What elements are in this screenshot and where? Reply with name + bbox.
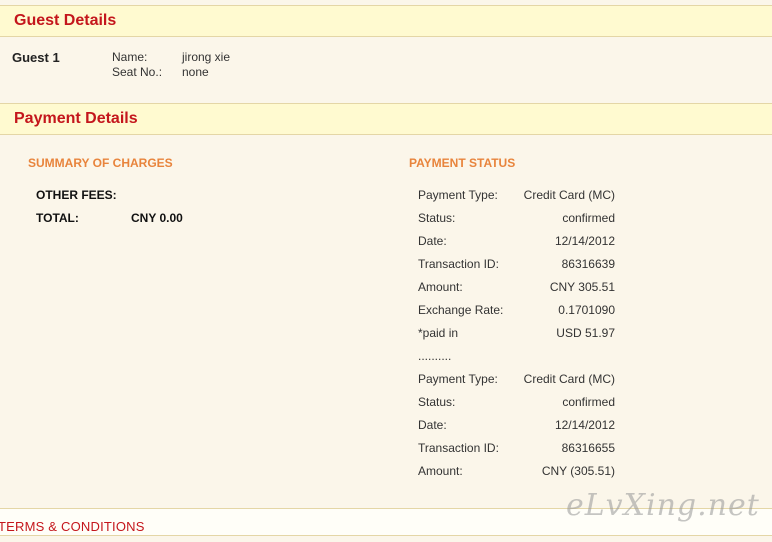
payment-status-row: Transaction ID: 86316639 xyxy=(418,257,615,273)
payment-status-key: Status: xyxy=(418,395,456,409)
payment-status-row: Date: 12/14/2012 xyxy=(418,234,615,250)
payment-status-key: Amount: xyxy=(418,464,463,478)
payment-status-key: Payment Type: xyxy=(418,188,498,202)
payment-status-key: Amount: xyxy=(418,280,463,294)
payment-status-value: 86316639 xyxy=(561,257,615,271)
guest-seat-value: none xyxy=(182,65,209,79)
payment-status-heading: PAYMENT STATUS xyxy=(409,156,516,170)
terms-and-conditions-title[interactable]: TERMS & CONDITIONS xyxy=(0,519,145,534)
payment-status-value: 0.1701090 xyxy=(558,303,615,317)
total-label: TOTAL: xyxy=(36,211,79,225)
payment-status-row: Exchange Rate: 0.1701090 xyxy=(418,303,615,319)
guest-details-title: Guest Details xyxy=(14,12,117,29)
guest-name-value: jirong xie xyxy=(182,50,231,64)
payment-status-value: CNY 305.51 xyxy=(549,280,615,294)
payment-status-value: Credit Card (MC) xyxy=(523,372,615,386)
total-value: CNY 0.00 xyxy=(131,211,183,225)
payment-status-key: Transaction ID: xyxy=(418,441,499,455)
payment-status-key: *paid in xyxy=(418,326,459,340)
payment-status-value: 86316655 xyxy=(561,441,615,455)
payment-status-key: Date: xyxy=(418,234,447,248)
other-fees-label: OTHER FEES: xyxy=(36,188,117,202)
guest-label: Guest 1 xyxy=(12,50,60,65)
payment-status-row: Status: confirmed xyxy=(418,395,615,411)
payment-status-value: 12/14/2012 xyxy=(554,418,615,432)
payment-status-row: Amount: CNY 305.51 xyxy=(418,280,615,296)
payment-status-row: Status: confirmed xyxy=(418,211,615,227)
payment-status-key: Payment Type: xyxy=(418,372,498,386)
payment-details-title: Payment Details xyxy=(14,110,138,127)
payment-status-key: .......... xyxy=(418,349,452,363)
payment-status-key: Exchange Rate: xyxy=(418,303,504,317)
guest-details-header: Guest Details xyxy=(0,5,772,37)
payment-status-row: Date: 12/14/2012 xyxy=(418,418,615,434)
payment-status-value: 12/14/2012 xyxy=(554,234,615,248)
payment-status-key: Date: xyxy=(418,418,447,432)
payment-status-row: Amount: CNY (305.51) xyxy=(418,464,615,480)
summary-of-charges-heading: SUMMARY OF CHARGES xyxy=(28,156,173,170)
watermark: eLvXing.net xyxy=(566,488,760,523)
payment-status-value: USD 51.97 xyxy=(556,326,615,340)
payment-status-key: Transaction ID: xyxy=(418,257,499,271)
payment-details-header: Payment Details xyxy=(0,103,772,135)
payment-status-row: Payment Type: Credit Card (MC) xyxy=(418,372,615,388)
payment-status-value: Credit Card (MC) xyxy=(523,188,615,202)
payment-status-row: Transaction ID: 86316655 xyxy=(418,441,615,457)
payment-status-value: confirmed xyxy=(562,211,615,225)
payment-status-row: Payment Type: Credit Card (MC) xyxy=(418,188,615,204)
payment-status-row: *paid in USD 51.97 xyxy=(418,326,615,342)
payment-status-value: confirmed xyxy=(562,395,615,409)
payment-separator: .......... xyxy=(418,349,615,365)
payment-status-key: Status: xyxy=(418,211,456,225)
payment-status-value: CNY (305.51) xyxy=(541,464,615,478)
guest-name-label: Name: xyxy=(112,50,148,64)
guest-seat-label: Seat No.: xyxy=(112,65,163,79)
